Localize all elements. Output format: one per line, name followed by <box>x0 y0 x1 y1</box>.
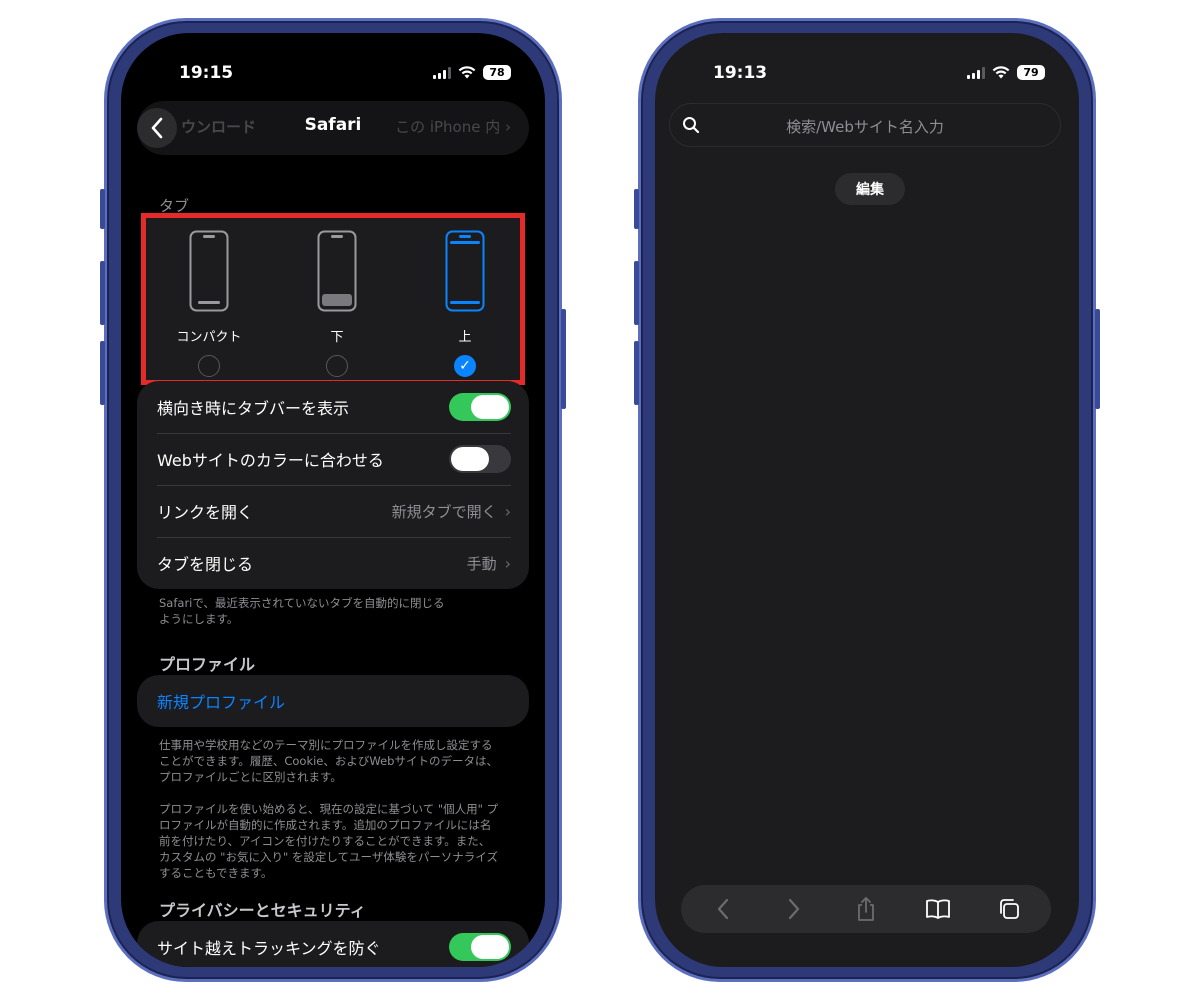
tab-option-bottom[interactable]: 下 <box>282 230 392 377</box>
bookmarks-icon[interactable] <box>923 894 953 924</box>
tab-option-compact[interactable]: コンパクト <box>154 230 264 377</box>
toggle-website-color[interactable] <box>449 445 511 473</box>
row-open-links[interactable]: リンクを開く 新規タブで開く › <box>137 485 529 537</box>
back-icon[interactable] <box>708 894 738 924</box>
privacy-section-header: プライバシーとセキュリティ <box>159 901 366 920</box>
radio-bottom[interactable] <box>326 355 348 377</box>
toggle-cross-site-tracking[interactable] <box>449 933 511 961</box>
radio-top-checked[interactable]: ✓ <box>454 355 476 377</box>
privacy-group: サイト越えトラッキングを防ぐ <box>137 921 529 967</box>
tab-option-label: 下 <box>330 330 344 345</box>
checkmark-icon: ✓ <box>459 358 471 374</box>
status-bar: 19:15 78 <box>121 63 545 85</box>
phone-bottom-layout-icon <box>317 230 357 312</box>
battery-indicator: 79 <box>1017 65 1045 80</box>
row-label: Webサイトのカラーに合わせる <box>157 451 384 470</box>
row-show-tab-bar-landscape[interactable]: 横向き時にタブバーを表示 <box>137 381 529 433</box>
new-profile-label: 新規プロファイル <box>157 693 286 712</box>
tabs-icon[interactable] <box>994 894 1024 924</box>
forward-icon[interactable] <box>779 894 809 924</box>
volume-down-button <box>634 341 639 405</box>
row-close-tabs[interactable]: タブを閉じる 手動 › <box>137 537 529 589</box>
edit-button[interactable]: 編集 <box>835 173 905 205</box>
row-label: タブを閉じる <box>157 555 254 574</box>
tabs-footnote: Safariで、最近表示されていないタブを自動的に閉じる ようにします。 <box>159 596 445 626</box>
row-prevent-cross-site-tracking[interactable]: サイト越えトラッキングを防ぐ <box>137 921 529 967</box>
profile-section-header: プロファイル <box>159 655 256 674</box>
share-icon[interactable] <box>851 894 881 924</box>
tab-option-top[interactable]: 上 ✓ <box>410 230 520 377</box>
right-phone: 19:13 79 検索/Webサイト名入力 編集 <box>634 18 1100 982</box>
power-button <box>1095 309 1100 409</box>
wifi-icon <box>992 66 1010 79</box>
battery-indicator: 78 <box>483 65 511 80</box>
profile-footnote-2: プロファイルを使い始めると、現在の設定に基づいて "個人用" プ ロファイルが自… <box>159 802 499 880</box>
status-time: 19:13 <box>713 63 768 83</box>
tabs-settings-group: 横向き時にタブバーを表示 Webサイトのカラーに合わせる リンクを開く 新規タブ… <box>137 381 529 589</box>
profile-footnote-1: 仕事用や学校用などのテーマ別にプロファイルを作成し設定する ことができます。履歴… <box>159 738 498 784</box>
row-value: 新規タブで開く <box>391 502 497 521</box>
status-bar: 19:13 79 <box>655 63 1079 85</box>
settings-screen: 19:15 78 ウンロード この iPhone 内 › Safari タブ コ… <box>121 33 545 967</box>
wifi-icon <box>458 66 476 79</box>
cellular-signal-icon <box>967 66 985 79</box>
volume-down-button <box>100 341 105 405</box>
search-address-bar[interactable]: 検索/Webサイト名入力 <box>669 103 1061 147</box>
left-phone: 19:15 78 ウンロード この iPhone 内 › Safari タブ コ… <box>100 18 566 982</box>
radio-compact[interactable] <box>198 355 220 377</box>
chevron-right-icon: › <box>504 501 511 521</box>
power-button <box>561 309 566 409</box>
phone-compact-layout-icon <box>189 230 229 312</box>
row-label: リンクを開く <box>157 503 254 522</box>
row-value: 手動 <box>466 554 497 573</box>
bottom-toolbar <box>681 885 1051 933</box>
status-time: 19:15 <box>179 63 234 83</box>
volume-up-button <box>634 261 639 325</box>
new-profile-button[interactable]: 新規プロファイル <box>137 675 529 727</box>
volume-up-button <box>100 261 105 325</box>
action-button <box>100 189 105 229</box>
profile-group: 新規プロファイル <box>137 675 529 727</box>
tab-layout-picker: コンパクト 下 上 ✓ <box>141 213 525 385</box>
page-title: Safari <box>304 115 362 135</box>
tab-option-label: 上 <box>458 330 472 345</box>
search-placeholder: 検索/Webサイト名入力 <box>786 118 944 136</box>
row-label: サイト越えトラッキングを防ぐ <box>157 939 381 958</box>
chevron-right-icon: › <box>504 553 511 573</box>
row-match-website-color[interactable]: Webサイトのカラーに合わせる <box>137 433 529 485</box>
phone-top-layout-icon <box>445 230 485 312</box>
action-button <box>634 189 639 229</box>
row-label: 横向き時にタブバーを表示 <box>157 399 350 418</box>
toggle-tab-bar-landscape[interactable] <box>449 393 511 421</box>
safari-start-screen: 19:13 79 検索/Webサイト名入力 編集 <box>655 33 1079 967</box>
tab-option-label: コンパクト <box>176 330 242 345</box>
cellular-signal-icon <box>433 66 451 79</box>
navigation-bar: ウンロード この iPhone 内 › Safari <box>137 101 529 155</box>
